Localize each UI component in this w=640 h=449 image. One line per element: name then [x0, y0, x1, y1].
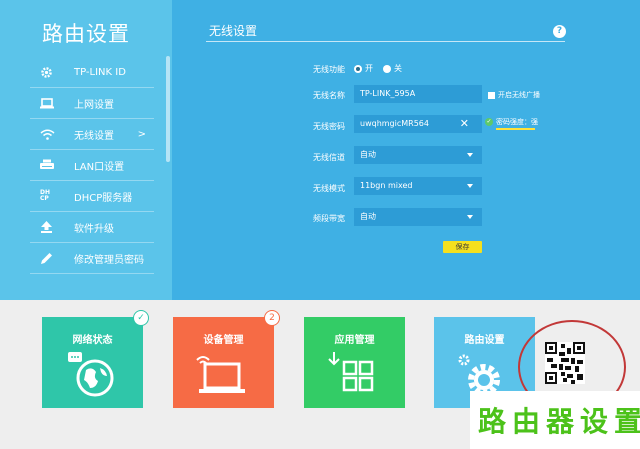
password-value: uwqhmgicMR564: [360, 119, 429, 128]
bandwidth-select[interactable]: 自动: [354, 208, 482, 226]
sidebar-item-label: TP-LINK ID: [74, 66, 126, 78]
wifi-toggle: 开 关: [354, 63, 402, 74]
laptop-wifi-icon: [196, 356, 245, 393]
gear-icon: [40, 65, 62, 79]
tile-label: 应用管理: [334, 335, 375, 346]
tile-device-management[interactable]: 设备管理: [173, 317, 274, 408]
app-window: 路由设置 TP-LINK ID 上网设置 无线设置 > LAN口设置 DH CP…: [0, 0, 640, 300]
mode-select[interactable]: 11bgn mixed: [354, 177, 482, 195]
bandwidth-label: 频段带宽: [313, 214, 345, 223]
broadcast-checkbox[interactable]: [488, 91, 495, 99]
title-divider: [206, 41, 565, 42]
wifi-off-radio[interactable]: [383, 64, 391, 73]
tile-network-status[interactable]: 网络状态: [42, 317, 143, 408]
dhcp-icon: DH CP: [40, 189, 51, 202]
tile-label: 路由设置: [464, 335, 505, 346]
sidebar-item-tplink-id[interactable]: TP-LINK ID: [30, 57, 154, 88]
sidebar-item-wireless[interactable]: 无线设置 >: [30, 119, 154, 150]
help-icon[interactable]: ?: [553, 25, 566, 38]
tile-label: 网络状态: [72, 335, 113, 346]
channel-select[interactable]: 自动: [354, 146, 482, 164]
clear-icon[interactable]: ✕: [460, 115, 469, 133]
sidebar-item-internet[interactable]: 上网设置: [30, 88, 154, 119]
chevron-down-icon: [467, 215, 473, 219]
sidebar-scrollbar[interactable]: [166, 56, 170, 162]
mode-value: 11bgn mixed: [360, 181, 413, 190]
wifi-on-radio[interactable]: [354, 64, 362, 73]
chevron-right-icon: >: [137, 128, 146, 140]
watermark-text: 路由器设置: [478, 405, 640, 438]
sidebar-item-label: LAN口设置: [74, 161, 125, 173]
wifi-icon: [40, 127, 62, 141]
apps-grid-icon: [328, 352, 374, 392]
tile-app-management[interactable]: 应用管理: [304, 317, 405, 408]
sidebar-item-upgrade[interactable]: 软件升级: [30, 212, 154, 243]
broadcast-option: 开启无线广播: [488, 90, 540, 100]
laptop-icon: [40, 96, 62, 110]
sidebar-item-label: 修改管理员密码: [74, 254, 144, 266]
password-strength-bar: [496, 128, 535, 130]
chevron-down-icon: [467, 184, 473, 188]
sidebar-title: 路由设置: [42, 22, 130, 46]
router-icon: [40, 158, 62, 172]
wifi-toggle-label: 无线功能: [313, 65, 345, 74]
channel-label: 无线信道: [313, 153, 345, 162]
mode-label: 无线模式: [313, 184, 345, 193]
tile-label: 设备管理: [203, 335, 244, 346]
bandwidth-value: 自动: [360, 212, 376, 221]
main-panel: 无线设置 ? 无线功能 开 关 无线名称 TP-LINK_595A 开启无线广播…: [172, 0, 640, 300]
ssid-label: 无线名称: [313, 91, 345, 100]
channel-value: 自动: [360, 150, 376, 159]
sidebar-item-label: DHCP服务器: [74, 192, 133, 204]
pencil-icon: [40, 251, 62, 265]
wifi-on-label: 开: [365, 64, 373, 73]
sidebar-item-label: 软件升级: [74, 223, 114, 235]
sidebar-item-lan[interactable]: LAN口设置: [30, 150, 154, 181]
password-strength-label: 密码强度：强: [496, 118, 538, 126]
save-button[interactable]: 保存: [443, 241, 482, 253]
password-input[interactable]: uwqhmgicMR564 ✕: [354, 115, 482, 133]
sidebar-item-dhcp[interactable]: DH CP DHCP服务器: [30, 181, 154, 212]
broadcast-label: 开启无线广播: [498, 91, 540, 99]
ssid-input[interactable]: TP-LINK_595A: [354, 85, 482, 103]
status-ok-badge: ✓: [133, 310, 149, 326]
sidebar: 路由设置 TP-LINK ID 上网设置 无线设置 > LAN口设置 DH CP…: [0, 0, 172, 300]
globe-chat-icon: [68, 352, 114, 397]
chevron-down-icon: [467, 153, 473, 157]
password-label: 无线密码: [313, 122, 345, 131]
upload-arrow-icon: [40, 220, 62, 234]
qr-code-image: [545, 342, 585, 384]
sidebar-item-password[interactable]: 修改管理员密码: [30, 243, 154, 274]
device-count-badge: 2: [264, 310, 280, 326]
sidebar-item-label: 上网设置: [74, 99, 114, 111]
password-strength: ✓ 密码强度：强: [485, 117, 538, 127]
wifi-off-label: 关: [394, 64, 402, 73]
page-title: 无线设置: [209, 24, 258, 38]
check-icon: ✓: [485, 118, 493, 126]
sidebar-item-label: 无线设置: [74, 130, 114, 142]
